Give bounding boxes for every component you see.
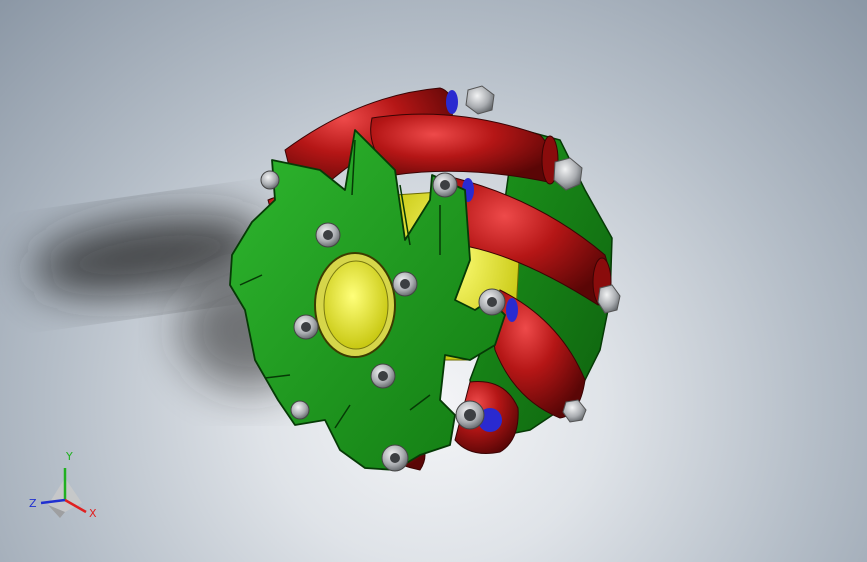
x-axis-label: X — [89, 507, 97, 520]
bolt-icon — [293, 314, 319, 340]
bolt-icon — [392, 271, 418, 297]
reference-triad[interactable] — [40, 468, 87, 518]
bolt-icon — [370, 363, 396, 389]
cad-viewport[interactable]: Y X Z — [0, 0, 867, 562]
hex-nut-icon — [562, 399, 587, 423]
hex-nut-icon — [465, 85, 495, 115]
wheel-scene[interactable] — [0, 0, 867, 562]
bolt-icon — [455, 400, 485, 430]
bolt-icon — [381, 444, 409, 472]
bolt-icon — [290, 400, 310, 420]
bolt-icon — [478, 288, 506, 316]
bolt-icon — [432, 172, 458, 198]
hub-bore[interactable] — [314, 252, 396, 358]
y-axis-label: Y — [66, 450, 73, 463]
z-axis-label: Z — [29, 497, 37, 510]
bolt-icon — [260, 170, 280, 190]
bolt-icon — [315, 222, 341, 248]
roller[interactable] — [370, 113, 559, 185]
